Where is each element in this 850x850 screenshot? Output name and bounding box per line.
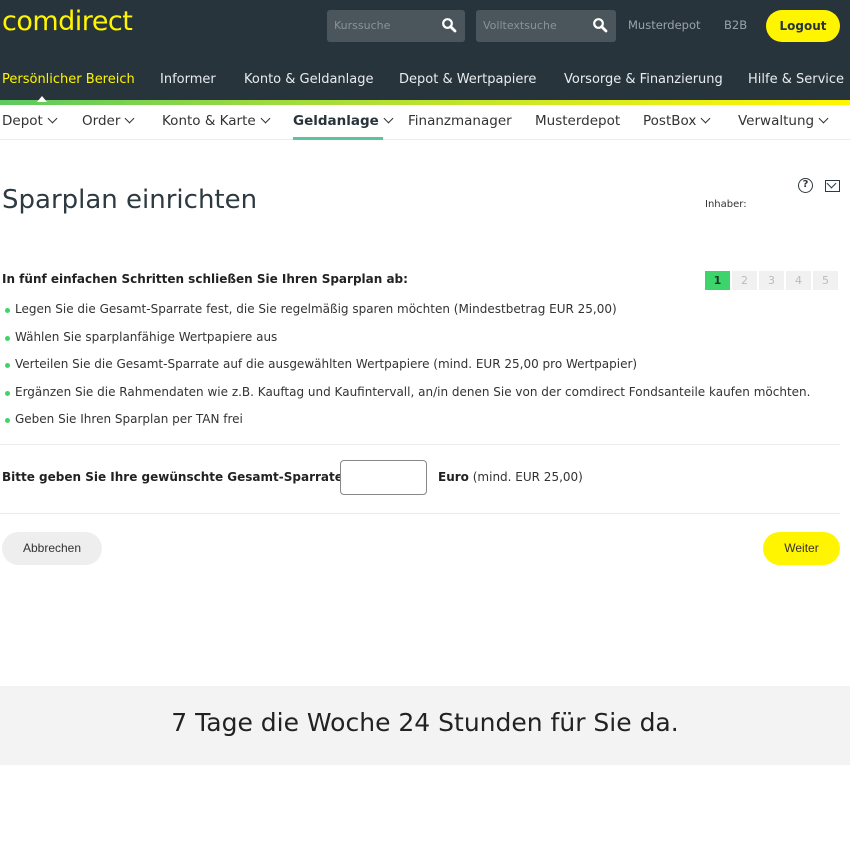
main-nav-vorsorge-finanzierung[interactable]: Vorsorge & Finanzierung — [564, 72, 723, 87]
sub-nav-order[interactable]: Order — [82, 113, 135, 129]
sub-nav-label: Finanzmanager — [408, 113, 512, 129]
kurssuche-input[interactable]: Kurssuche — [334, 19, 390, 32]
sub-nav-verwaltung[interactable]: Verwaltung — [738, 113, 829, 129]
currency-hint: Euro (mind. EUR 25,00) — [438, 470, 583, 484]
list-item: Ergänzen Sie die Rahmendaten wie z.B. Ka… — [5, 385, 810, 413]
sub-nav-depot[interactable]: Depot — [2, 113, 58, 129]
intro-heading: In fünf einfachen Schritten schließen Si… — [2, 272, 408, 286]
currency-label: Euro — [438, 470, 469, 484]
sub-nav-label: Verwaltung — [738, 113, 815, 129]
chevron-down-icon — [260, 113, 271, 124]
sub-nav-konto-karte[interactable]: Konto & Karte — [162, 113, 271, 129]
comdirect-logo[interactable]: comdirect — [2, 6, 133, 37]
kurssuche-search[interactable]: Kurssuche — [327, 10, 465, 42]
sub-nav-label: Depot — [2, 113, 43, 129]
step-1: 1 — [705, 271, 730, 290]
sub-nav-finanzmanager[interactable]: Finanzmanager — [408, 113, 512, 129]
active-nav-indicator — [37, 96, 47, 102]
cancel-button[interactable]: Abbrechen — [2, 532, 102, 565]
chevron-down-icon — [124, 113, 135, 124]
list-item: Legen Sie die Gesamt-Sparrate fest, die … — [5, 302, 810, 330]
chevron-down-icon — [47, 113, 58, 124]
inhaber-label: Inhaber: — [705, 199, 747, 210]
search-icon[interactable] — [441, 17, 457, 33]
next-button[interactable]: Weiter — [763, 532, 840, 565]
volltextsuche-input[interactable]: Volltextsuche — [483, 19, 557, 32]
sub-nav-label: PostBox — [643, 113, 697, 129]
sub-nav-postbox[interactable]: PostBox — [643, 113, 711, 129]
page-title: Sparplan einrichten — [2, 185, 258, 215]
divider — [0, 513, 840, 514]
mail-icon[interactable] — [825, 180, 840, 192]
main-nav-hilfe-service[interactable]: Hilfe & Service — [748, 72, 844, 87]
chevron-down-icon — [383, 113, 394, 124]
sparrate-input[interactable] — [340, 460, 427, 495]
logout-button[interactable]: Logout — [766, 10, 840, 42]
step-3: 3 — [759, 271, 784, 290]
step-4: 4 — [786, 271, 811, 290]
list-item: Wählen Sie sparplanfähige Wertpapiere au… — [5, 330, 810, 358]
sub-nav: Depot Order Konto & Karte Geldanlage Fin… — [0, 105, 850, 140]
main-nav-depot-wertpapiere[interactable]: Depot & Wertpapiere — [399, 72, 536, 87]
volltextsuche-search[interactable]: Volltextsuche — [476, 10, 616, 42]
b2b-link[interactable]: B2B — [724, 18, 747, 32]
main-nav-konto-geldanlage[interactable]: Konto & Geldanlage — [244, 72, 374, 87]
divider — [0, 444, 840, 445]
step-2: 2 — [732, 271, 757, 290]
step-indicator: 1 2 3 4 5 — [705, 271, 838, 290]
sub-nav-musterdepot[interactable]: Musterdepot — [535, 113, 620, 129]
steps-list: Legen Sie die Gesamt-Sparrate fest, die … — [5, 302, 810, 440]
sub-nav-label: Order — [82, 113, 121, 129]
help-icon[interactable]: ? — [798, 178, 813, 193]
min-amount-hint: (mind. EUR 25,00) — [472, 470, 583, 484]
sparrate-label: Bitte geben Sie Ihre gewünschte Gesamt-S… — [2, 470, 373, 484]
active-subnav-underline — [293, 137, 383, 140]
main-nav-informer[interactable]: Informer — [160, 72, 216, 87]
sub-nav-geldanlage[interactable]: Geldanlage — [293, 113, 394, 129]
footer-band: 7 Tage die Woche 24 Stunden für Sie da. — [0, 686, 850, 765]
chevron-down-icon — [700, 113, 711, 124]
search-icon[interactable] — [592, 17, 608, 33]
musterdepot-link[interactable]: Musterdepot — [628, 18, 701, 32]
footer-tagline: 7 Tage die Woche 24 Stunden für Sie da. — [171, 708, 679, 737]
step-5: 5 — [813, 271, 838, 290]
sub-nav-label: Geldanlage — [293, 113, 379, 129]
main-nav: Persönlicher Bereich Informer Konto & Ge… — [0, 68, 850, 92]
main-nav-persoenlicher-bereich[interactable]: Persönlicher Bereich — [2, 72, 135, 87]
top-header: comdirect Kurssuche Volltextsuche Muster… — [0, 0, 850, 100]
list-item: Geben Sie Ihren Sparplan per TAN frei — [5, 412, 810, 440]
sub-nav-label: Konto & Karte — [162, 113, 256, 129]
list-item: Verteilen Sie die Gesamt-Sparrate auf di… — [5, 357, 810, 385]
sub-nav-label: Musterdepot — [535, 113, 621, 129]
chevron-down-icon — [818, 113, 829, 124]
